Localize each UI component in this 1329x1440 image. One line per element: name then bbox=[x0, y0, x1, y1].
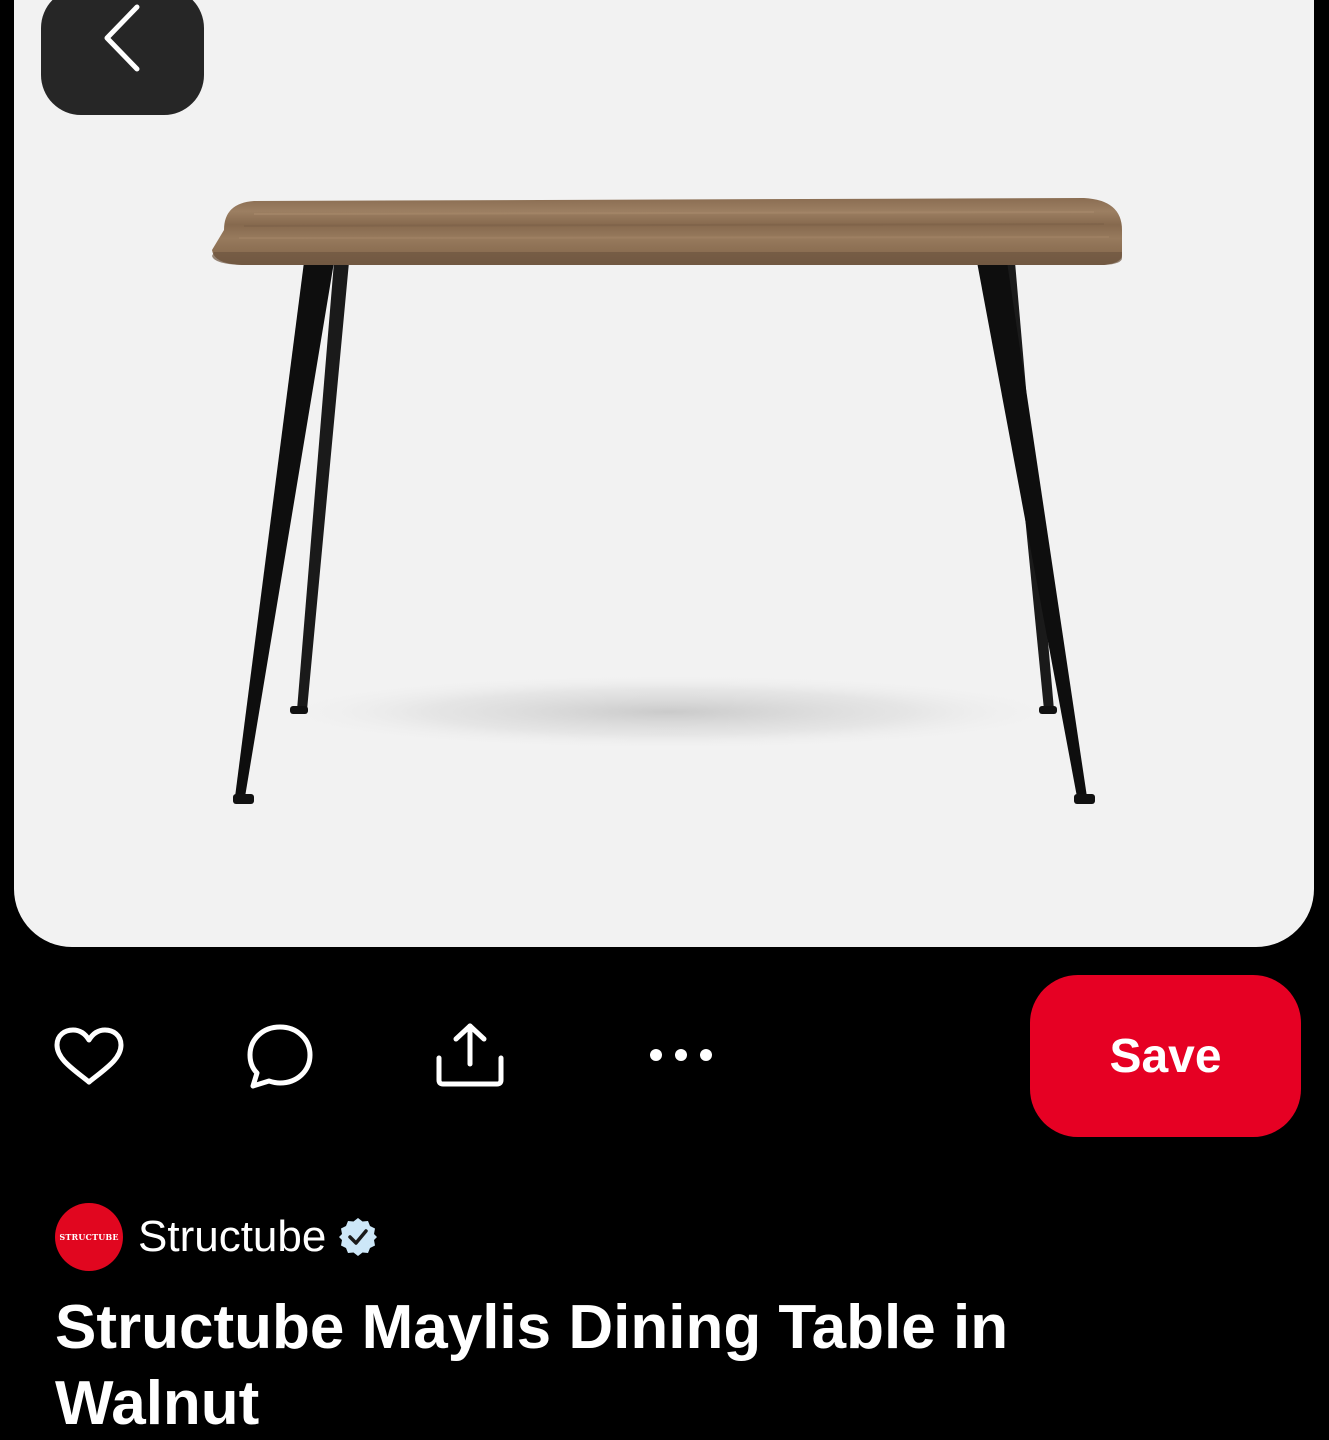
pin-detail-screen: Save STRUCTUBE Structube Structube Mayli… bbox=[0, 0, 1329, 1440]
creator-row[interactable]: STRUCTUBE Structube bbox=[55, 1203, 378, 1271]
creator-name[interactable]: Structube bbox=[138, 1212, 326, 1262]
more-dots-icon bbox=[650, 1049, 712, 1061]
dining-table-illustration bbox=[212, 198, 1122, 804]
chevron-left-icon bbox=[104, 4, 139, 72]
comment-button[interactable] bbox=[245, 1022, 315, 1092]
action-bar: Save bbox=[0, 975, 1329, 1137]
pin-title: Structube Maylis Dining Table in Walnut bbox=[55, 1293, 1009, 1438]
more-options-button[interactable] bbox=[645, 1043, 717, 1067]
comment-bubble-icon bbox=[247, 1024, 313, 1089]
heart-icon bbox=[54, 1027, 124, 1085]
like-button[interactable] bbox=[52, 1025, 126, 1089]
product-image[interactable] bbox=[14, 0, 1314, 947]
share-upload-icon bbox=[436, 1023, 504, 1087]
save-button[interactable]: Save bbox=[1030, 975, 1301, 1137]
share-button[interactable] bbox=[434, 1020, 506, 1090]
creator-avatar[interactable]: STRUCTUBE bbox=[55, 1203, 123, 1271]
back-button[interactable] bbox=[41, 0, 204, 115]
verified-check-icon bbox=[339, 1218, 378, 1256]
